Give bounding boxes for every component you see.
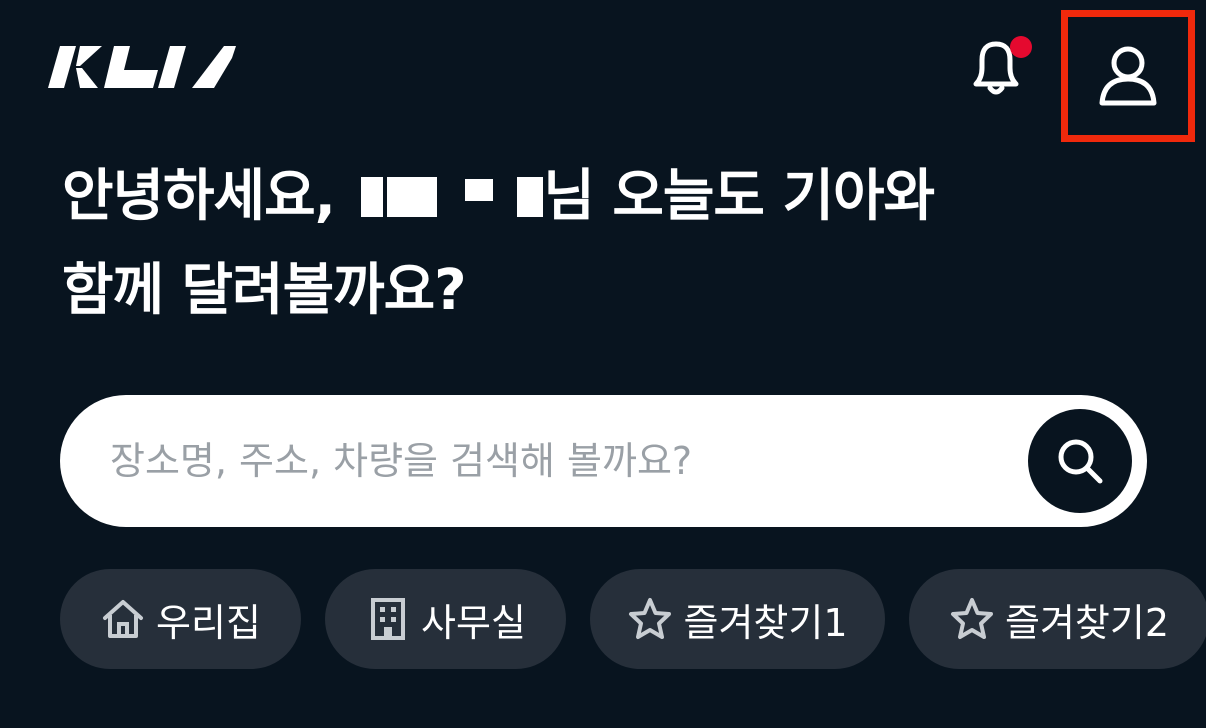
- home-icon: [103, 600, 144, 638]
- shortcut-favorite-2[interactable]: 즐겨찾기2: [909, 569, 1206, 669]
- greeting-text: 안녕하세요, 님 오늘도 기아와 함께 달려볼까요?: [62, 150, 1102, 338]
- person-icon: [1099, 46, 1157, 106]
- redacted-username: [353, 164, 544, 229]
- search-button[interactable]: [1028, 409, 1132, 513]
- building-icon: [371, 598, 406, 640]
- notification-badge: [1010, 36, 1032, 58]
- search-icon: [1058, 439, 1103, 484]
- star-icon: [629, 598, 672, 639]
- shortcut-home[interactable]: 우리집: [60, 569, 301, 669]
- search-input[interactable]: [108, 425, 1052, 497]
- search-bar: [60, 395, 1147, 527]
- star-icon: [950, 598, 993, 639]
- profile-button[interactable]: [1061, 10, 1195, 142]
- greeting-line-2: 함께 달려볼까요?: [62, 258, 467, 323]
- kia-logo: [48, 46, 236, 88]
- greeting-line-1: 안녕하세요, 님 오늘도 기아와: [62, 164, 935, 229]
- shortcut-favorite-1[interactable]: 즐겨찾기1: [590, 569, 885, 669]
- shortcut-office[interactable]: 사무실: [325, 569, 566, 669]
